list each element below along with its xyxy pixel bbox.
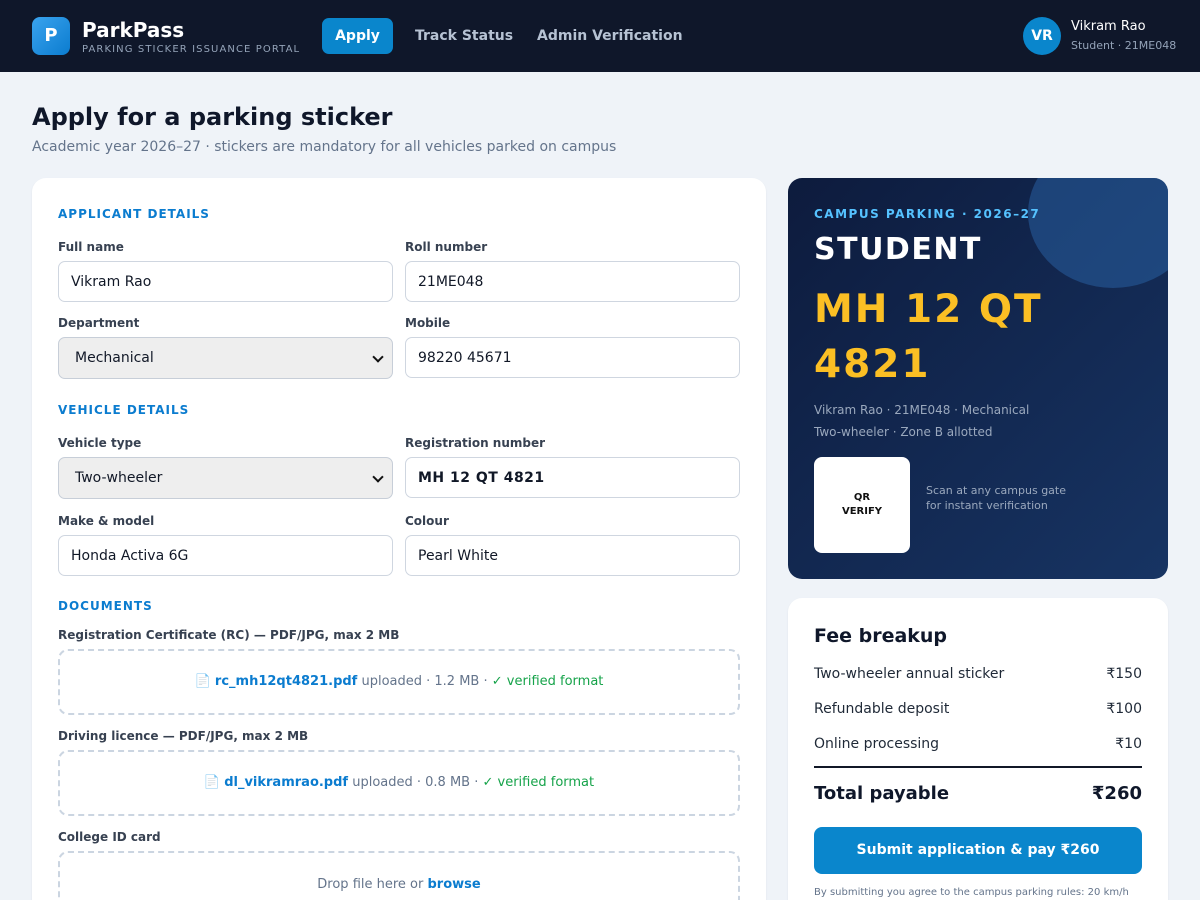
department-label: Department <box>58 316 140 330</box>
fee-row: Refundable deposit ₹100 <box>814 700 1142 718</box>
rc-verified-status: ✓ verified format <box>491 674 604 689</box>
college-id-browse-link[interactable]: browse <box>428 877 481 892</box>
user-role: Student · 21ME048 <box>1071 39 1177 52</box>
fee-row: Online processing ₹10 <box>814 735 1142 753</box>
qr-code-placeholder: QR VERIFY <box>814 457 910 553</box>
section-documents: DOCUMENTS <box>58 599 153 613</box>
full-name-input[interactable] <box>58 261 393 302</box>
colour-label: Colour <box>405 514 449 528</box>
rc-file-link[interactable]: rc_mh12qt4821.pdf <box>215 674 357 689</box>
roll-number-label: Roll number <box>405 240 488 254</box>
qr-label-line2: VERIFY <box>841 506 883 517</box>
sticker-kicker: CAMPUS PARKING · 2026–27 <box>814 207 1041 221</box>
brand-subtitle: PARKING STICKER ISSUANCE PORTAL <box>82 44 301 55</box>
mobile-input[interactable] <box>405 337 740 378</box>
sticker-vehicle-info: Two-wheeler · Zone B allotted <box>814 425 993 439</box>
registration-number-label: Registration number <box>405 436 546 450</box>
vehicle-type-label: Vehicle type <box>58 436 142 450</box>
total-label: Total payable <box>814 783 950 804</box>
fee-divider <box>814 766 1142 768</box>
sticker-role: STUDENT <box>814 232 982 267</box>
colour-input[interactable] <box>405 535 740 576</box>
sticker-preview-card: CAMPUS PARKING · 2026–27 STUDENT MH 12 Q… <box>788 178 1168 579</box>
qr-label-line1: QR <box>853 492 871 503</box>
fee-row-label: Online processing <box>814 736 940 752</box>
fee-row-amount: ₹100 <box>1106 701 1142 717</box>
top-bar: P ParkPass PARKING STICKER ISSUANCE PORT… <box>0 0 1200 72</box>
fee-total-row: Total payable ₹260 <box>814 782 1142 806</box>
qr-note-line1: Scan at any campus gate <box>926 484 1066 497</box>
rc-upload-zone[interactable]: 📄 rc_mh12qt4821.pdf uploaded · 1.2 MB · … <box>58 649 740 715</box>
decorative-circle <box>1028 178 1168 288</box>
vehicle-type-select[interactable]: Two-wheeler <box>58 457 393 499</box>
registration-number-input[interactable] <box>405 457 740 498</box>
nav-apply[interactable]: Apply <box>322 18 393 54</box>
document-icon: 📄 <box>203 775 221 790</box>
chevron-down-icon <box>372 471 384 483</box>
college-id-drop-text: Drop file here or <box>317 877 424 892</box>
fee-row-label: Refundable deposit <box>814 701 950 717</box>
make-model-label: Make & model <box>58 514 155 528</box>
section-vehicle-details: VEHICLE DETAILS <box>58 403 190 417</box>
total-amount: ₹260 <box>1091 783 1142 804</box>
rc-label: Registration Certificate (RC) — PDF/JPG,… <box>58 628 400 642</box>
qr-note-line2: for instant verification <box>926 499 1048 512</box>
brand-name: ParkPass <box>82 18 185 42</box>
fee-row-label: Two-wheeler annual sticker <box>814 666 1005 682</box>
user-name: Vikram Rao <box>1071 19 1146 34</box>
sticker-owner-info: Vikram Rao · 21ME048 · Mechanical <box>814 403 1030 417</box>
driving-licence-label: Driving licence — PDF/JPG, max 2 MB <box>58 729 309 743</box>
document-icon: 📄 <box>194 674 211 689</box>
user-avatar[interactable]: VR <box>1023 17 1061 55</box>
college-id-upload-zone[interactable]: Drop file here or browse <box>58 851 740 900</box>
fee-row-amount: ₹150 <box>1106 666 1142 682</box>
driving-licence-upload-zone[interactable]: 📄 dl_vikramrao.pdf uploaded · 0.8 MB · ✓… <box>58 750 740 816</box>
fee-row-amount: ₹10 <box>1115 736 1142 752</box>
roll-number-input[interactable] <box>405 261 740 302</box>
fee-breakup-card: Fee breakup Two-wheeler annual sticker ₹… <box>788 598 1168 900</box>
fee-row: Two-wheeler annual sticker ₹150 <box>814 665 1142 683</box>
fee-breakup-title: Fee breakup <box>814 625 948 647</box>
section-applicant-details: APPLICANT DETAILS <box>58 207 210 221</box>
submit-pay-button[interactable]: Submit application & pay ₹260 <box>814 827 1142 874</box>
nav-track-status[interactable]: Track Status <box>415 18 513 54</box>
chevron-down-icon <box>372 351 384 363</box>
department-selected: Mechanical <box>75 350 154 366</box>
vehicle-type-selected: Two-wheeler <box>75 470 163 486</box>
college-id-label: College ID card <box>58 830 161 844</box>
full-name-label: Full name <box>58 240 124 254</box>
dl-file-meta: uploaded · 0.8 MB · <box>352 775 479 790</box>
rc-file-meta: uploaded · 1.2 MB · <box>361 674 488 689</box>
page-subtitle: Academic year 2026–27 · stickers are man… <box>32 139 617 155</box>
sticker-plate-number: MH 12 QT 4821 <box>814 287 1043 387</box>
department-select[interactable]: Mechanical <box>58 337 393 379</box>
nav-admin-verification[interactable]: Admin Verification <box>537 18 683 54</box>
parkpass-logo: P <box>32 17 70 55</box>
make-model-input[interactable] <box>58 535 393 576</box>
application-form-card: APPLICANT DETAILS Full name Roll number … <box>32 178 766 900</box>
mobile-label: Mobile <box>405 316 451 330</box>
dl-file-link[interactable]: dl_vikramrao.pdf <box>224 775 348 790</box>
dl-verified-status: ✓ verified format <box>482 775 595 790</box>
terms-fine-print: By submitting you agree to the campus pa… <box>814 887 1129 898</box>
page-title: Apply for a parking sticker <box>32 103 393 131</box>
